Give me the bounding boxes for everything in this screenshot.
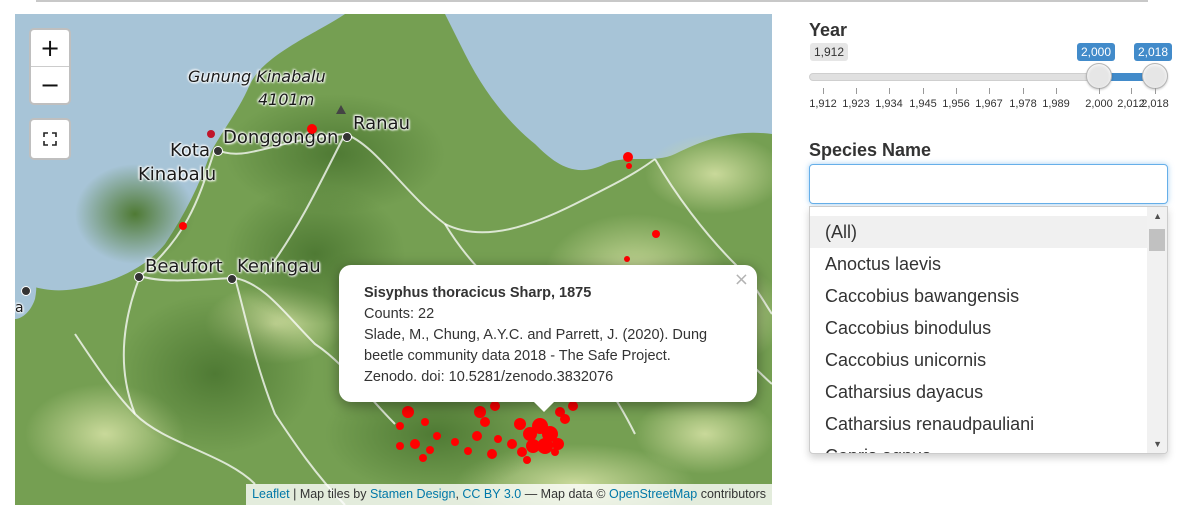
top-divider — [36, 0, 1148, 2]
occurrence-marker — [568, 401, 578, 411]
species-search-input[interactable] — [809, 164, 1168, 204]
occurrence-marker — [487, 449, 497, 459]
year-tick-label: 2,018 — [1141, 98, 1169, 110]
year-tick-mark — [1056, 88, 1057, 94]
marker-popup: × Sisyphus thoracicus Sharp, 1875 Counts… — [339, 265, 757, 412]
occurrence-marker — [551, 448, 559, 456]
occurrence-marker — [472, 431, 482, 441]
occurrence-marker — [207, 130, 215, 138]
year-tick-label: 1,956 — [942, 98, 970, 110]
occurrence-marker — [402, 406, 414, 418]
occurrence-marker — [421, 418, 429, 426]
year-tick-mark — [1023, 88, 1024, 94]
scroll-up-arrow-icon[interactable]: ▲ — [1153, 211, 1162, 221]
occurrence-marker — [451, 438, 459, 446]
fullscreen-button[interactable] — [29, 118, 71, 160]
attribution-text-3: contributors — [697, 487, 766, 501]
zoom-in-button[interactable]: + — [31, 30, 69, 66]
year-slider-handle-from[interactable] — [1086, 63, 1112, 89]
scrollbar-thumb[interactable] — [1149, 229, 1165, 251]
year-slider-handle-to[interactable] — [1142, 63, 1168, 89]
dropdown-scrollbar[interactable]: ▲ ▼ — [1147, 207, 1167, 453]
species-dropdown: (All) Anoctus laevis Caccobius bawangensis… — [809, 206, 1168, 454]
occurrence-marker — [514, 418, 526, 430]
popup-tip — [533, 401, 555, 412]
popup-citation: Slade, M., Chung, A.Y.C. and Parrett, J.… — [364, 327, 708, 385]
species-option[interactable]: (All) — [810, 216, 1148, 248]
year-tick-label: 1,923 — [842, 98, 870, 110]
attribution-text-1: | Map tiles by — [289, 487, 370, 501]
species-option[interactable]: Anoctus laevis — [810, 248, 1148, 280]
map-attribution: Leaflet | Map tiles by Stamen Design, CC… — [246, 484, 772, 505]
zoom-control: + − — [29, 28, 71, 105]
occurrence-marker — [396, 442, 404, 450]
zoom-out-button[interactable]: − — [31, 66, 69, 103]
year-tick-mark — [856, 88, 857, 94]
occurrence-marker — [410, 439, 420, 449]
fullscreen-icon — [43, 132, 57, 146]
occurrence-marker — [526, 439, 540, 453]
year-tick-mark — [1155, 88, 1156, 94]
occurrence-marker — [426, 446, 434, 454]
occurrence-marker — [555, 407, 565, 417]
attribution-text-2: — Map data © — [521, 487, 609, 501]
year-tick-mark — [1099, 88, 1100, 94]
year-tick-mark — [923, 88, 924, 94]
occurrence-marker — [494, 435, 502, 443]
species-option[interactable]: Caccobius binodulus — [810, 312, 1148, 344]
species-option[interactable]: Caccobius unicornis — [810, 344, 1148, 376]
year-tick-label: 1,934 — [875, 98, 903, 110]
occurrence-marker — [480, 417, 490, 427]
occurrence-marker — [523, 456, 531, 464]
occurrence-marker — [307, 124, 317, 134]
species-option[interactable]: Copris agnus — [810, 440, 1148, 453]
year-from-badge: 2,000 — [1077, 43, 1116, 61]
occurrence-marker — [507, 439, 517, 449]
occurrence-marker — [652, 230, 660, 238]
leaflet-link[interactable]: Leaflet — [252, 487, 290, 501]
osm-link[interactable]: OpenStreetMap — [609, 487, 697, 501]
license-link[interactable]: CC BY 3.0 — [462, 487, 521, 501]
scroll-down-arrow-icon[interactable]: ▼ — [1153, 439, 1162, 449]
occurrence-marker — [433, 432, 441, 440]
occurrence-marker — [464, 447, 472, 455]
occurrence-marker — [517, 447, 527, 457]
species-option[interactable]: Catharsius renaudpauliani — [810, 408, 1148, 440]
year-min-badge: 1,912 — [810, 43, 849, 61]
popup-title: Sisyphus thoracicus Sharp, 1875 — [364, 285, 592, 301]
year-tick-label: 1,945 — [909, 98, 937, 110]
popup-close-button[interactable]: × — [734, 269, 749, 290]
year-tick-mark — [989, 88, 990, 94]
occurrence-marker — [626, 163, 632, 169]
stamen-link[interactable]: Stamen Design — [370, 487, 455, 501]
occurrence-marker — [396, 422, 404, 430]
year-tick-mark — [956, 88, 957, 94]
year-tick-label: 1,912 — [809, 98, 837, 110]
year-tick-mark — [1131, 88, 1132, 94]
popup-counts: Counts: 22 — [364, 306, 435, 322]
occurrence-marker — [179, 222, 187, 230]
leaflet-map[interactable]: Gunung Kinabalu 4101m Ranau Donggongon K… — [15, 14, 772, 505]
species-option[interactable]: Catharsius dayacus — [810, 376, 1148, 408]
year-tick-label: 1,978 — [1009, 98, 1037, 110]
year-tick-mark — [823, 88, 824, 94]
occurrence-marker — [490, 401, 500, 411]
year-label: Year — [809, 20, 848, 40]
year-tick-mark — [889, 88, 890, 94]
occurrence-marker — [474, 406, 486, 418]
year-tick-label: 2,000 — [1085, 98, 1113, 110]
species-option[interactable]: Caccobius bawangensis — [810, 280, 1148, 312]
year-tick-label: 1,989 — [1042, 98, 1070, 110]
year-to-badge: 2,018 — [1134, 43, 1173, 61]
occurrence-marker — [419, 454, 427, 462]
species-name-label: Species Name — [809, 140, 932, 160]
occurrence-markers-layer — [179, 124, 660, 464]
year-tick-label: 1,967 — [975, 98, 1003, 110]
occurrence-marker — [623, 152, 633, 162]
occurrence-marker — [624, 256, 630, 262]
